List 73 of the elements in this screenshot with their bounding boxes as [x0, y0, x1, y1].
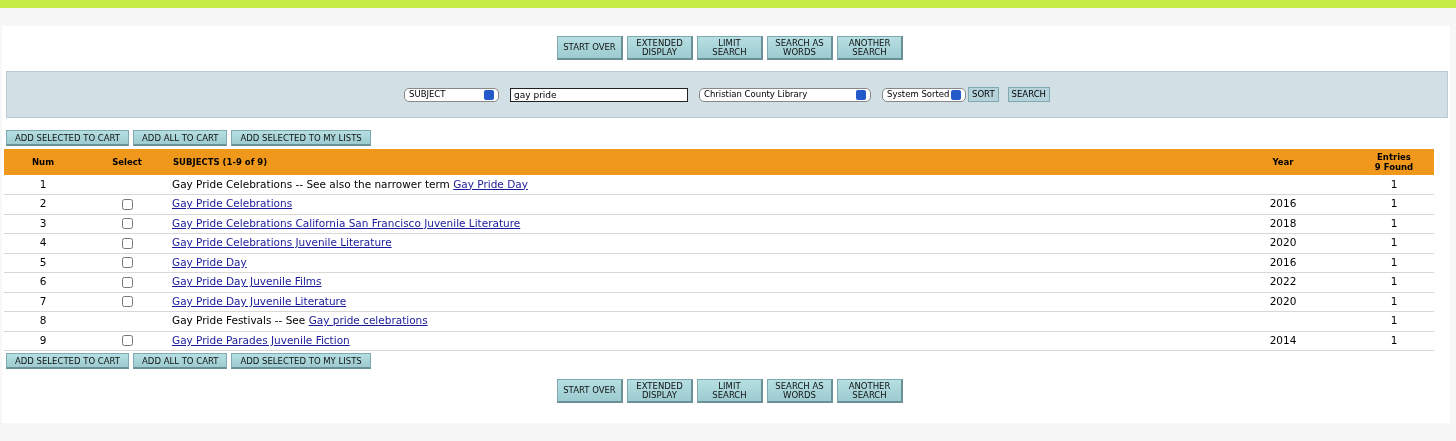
entries-count: 1 [1390, 314, 1398, 327]
nav-button[interactable]: ANOTHER SEARCH [837, 36, 903, 60]
entries-count: 1 [1390, 275, 1398, 288]
subject-text: Gay Pride Festivals -- See [172, 314, 306, 327]
nav-button[interactable]: SEARCH AS WORDS [767, 379, 833, 403]
column-header: SUBJECTS (1-9 of 9) [173, 157, 268, 167]
subject-link[interactable]: Gay Pride Day Juvenile Films [172, 275, 322, 288]
row-number: 9 [39, 333, 47, 346]
entries-count: 1 [1390, 197, 1398, 210]
row-number: 7 [39, 294, 47, 307]
dropdown[interactable]: Christian County Library [699, 87, 871, 102]
column-header: Entries 9 Found [1374, 152, 1414, 172]
chevron-icon [951, 89, 961, 100]
nav-button[interactable]: LIMIT SEARCH [697, 36, 763, 60]
dropdown[interactable]: SUBJECT [404, 87, 499, 102]
column-header: Year [1272, 157, 1294, 167]
entries-count: 1 [1390, 333, 1398, 346]
subject-link[interactable]: Gay Pride Celebrations California San Francisco Juvenile Literature [172, 216, 521, 229]
subject-link[interactable]: Gay Pride Parades Juvenile Fiction [172, 333, 350, 346]
subject-text: Gay Pride Celebrations -- See also the narrower term [172, 177, 450, 190]
year-text: 2014 [1269, 333, 1297, 346]
row-number: 5 [39, 255, 47, 268]
nav-button[interactable]: SEARCH AS WORDS [767, 36, 833, 60]
cart-button[interactable]: ADD SELECTED TO MY LISTS [231, 130, 371, 146]
subject-link[interactable]: Gay Pride Day [172, 255, 247, 268]
cart-button[interactable]: ADD SELECTED TO CART [6, 353, 130, 369]
cart-button[interactable]: ADD SELECTED TO MY LISTS [231, 353, 371, 369]
checkbox[interactable] [121, 237, 133, 249]
checkbox[interactable] [121, 276, 133, 288]
nav-button[interactable]: ANOTHER SEARCH [837, 379, 903, 403]
year-text: 2016 [1269, 197, 1297, 210]
sort-button[interactable]: SORT [968, 87, 999, 102]
entries-count: 1 [1390, 216, 1398, 229]
dropdown[interactable]: System Sorted [882, 87, 966, 102]
search-button[interactable]: SEARCH [1007, 87, 1050, 102]
row-number: 2 [39, 197, 47, 210]
subject-link[interactable]: Gay Pride Celebrations Juvenile Literature [172, 236, 392, 249]
checkbox[interactable] [121, 257, 133, 269]
subject-link[interactable]: Gay Pride Day Juvenile Literature [172, 294, 347, 307]
row-number: 6 [39, 275, 47, 288]
search-field[interactable]: gay pride [510, 87, 688, 102]
entries-count: 1 [1390, 236, 1398, 249]
year-text: 2020 [1269, 294, 1297, 307]
column-header: Num [32, 157, 54, 167]
row-number: 3 [39, 216, 47, 229]
entries-count: 1 [1390, 294, 1398, 307]
entries-count: 1 [1390, 177, 1398, 190]
checkbox[interactable] [121, 335, 133, 347]
subject-link[interactable]: Gay Pride Celebrations [172, 197, 293, 210]
checkbox[interactable] [121, 198, 133, 210]
row-number: 4 [39, 236, 47, 249]
column-header: Select [112, 157, 142, 167]
nav-button[interactable]: EXTENDED DISPLAY [627, 379, 693, 403]
nav-button[interactable]: START OVER [557, 36, 623, 60]
row-number: 1 [39, 177, 47, 190]
chevron-icon [856, 89, 866, 100]
cart-button[interactable]: ADD ALL TO CART [133, 353, 228, 369]
entries-count: 1 [1390, 255, 1398, 268]
year-text: 2018 [1269, 216, 1297, 229]
nav-button[interactable]: EXTENDED DISPLAY [627, 36, 693, 60]
year-text: 2020 [1269, 236, 1297, 249]
checkbox[interactable] [121, 218, 133, 230]
nav-button[interactable]: START OVER [557, 379, 623, 403]
cart-button[interactable]: ADD ALL TO CART [133, 130, 228, 146]
cart-button[interactable]: ADD SELECTED TO CART [6, 130, 130, 146]
year-text: 2022 [1269, 275, 1297, 288]
nav-button[interactable]: LIMIT SEARCH [697, 379, 763, 403]
row-number: 8 [39, 314, 47, 327]
checkbox[interactable] [121, 296, 133, 308]
subject-link[interactable]: Gay pride celebrations [308, 314, 428, 327]
year-text: 2016 [1269, 255, 1297, 268]
subject-link[interactable]: Gay Pride Day [453, 177, 528, 190]
chevron-icon [484, 89, 494, 100]
